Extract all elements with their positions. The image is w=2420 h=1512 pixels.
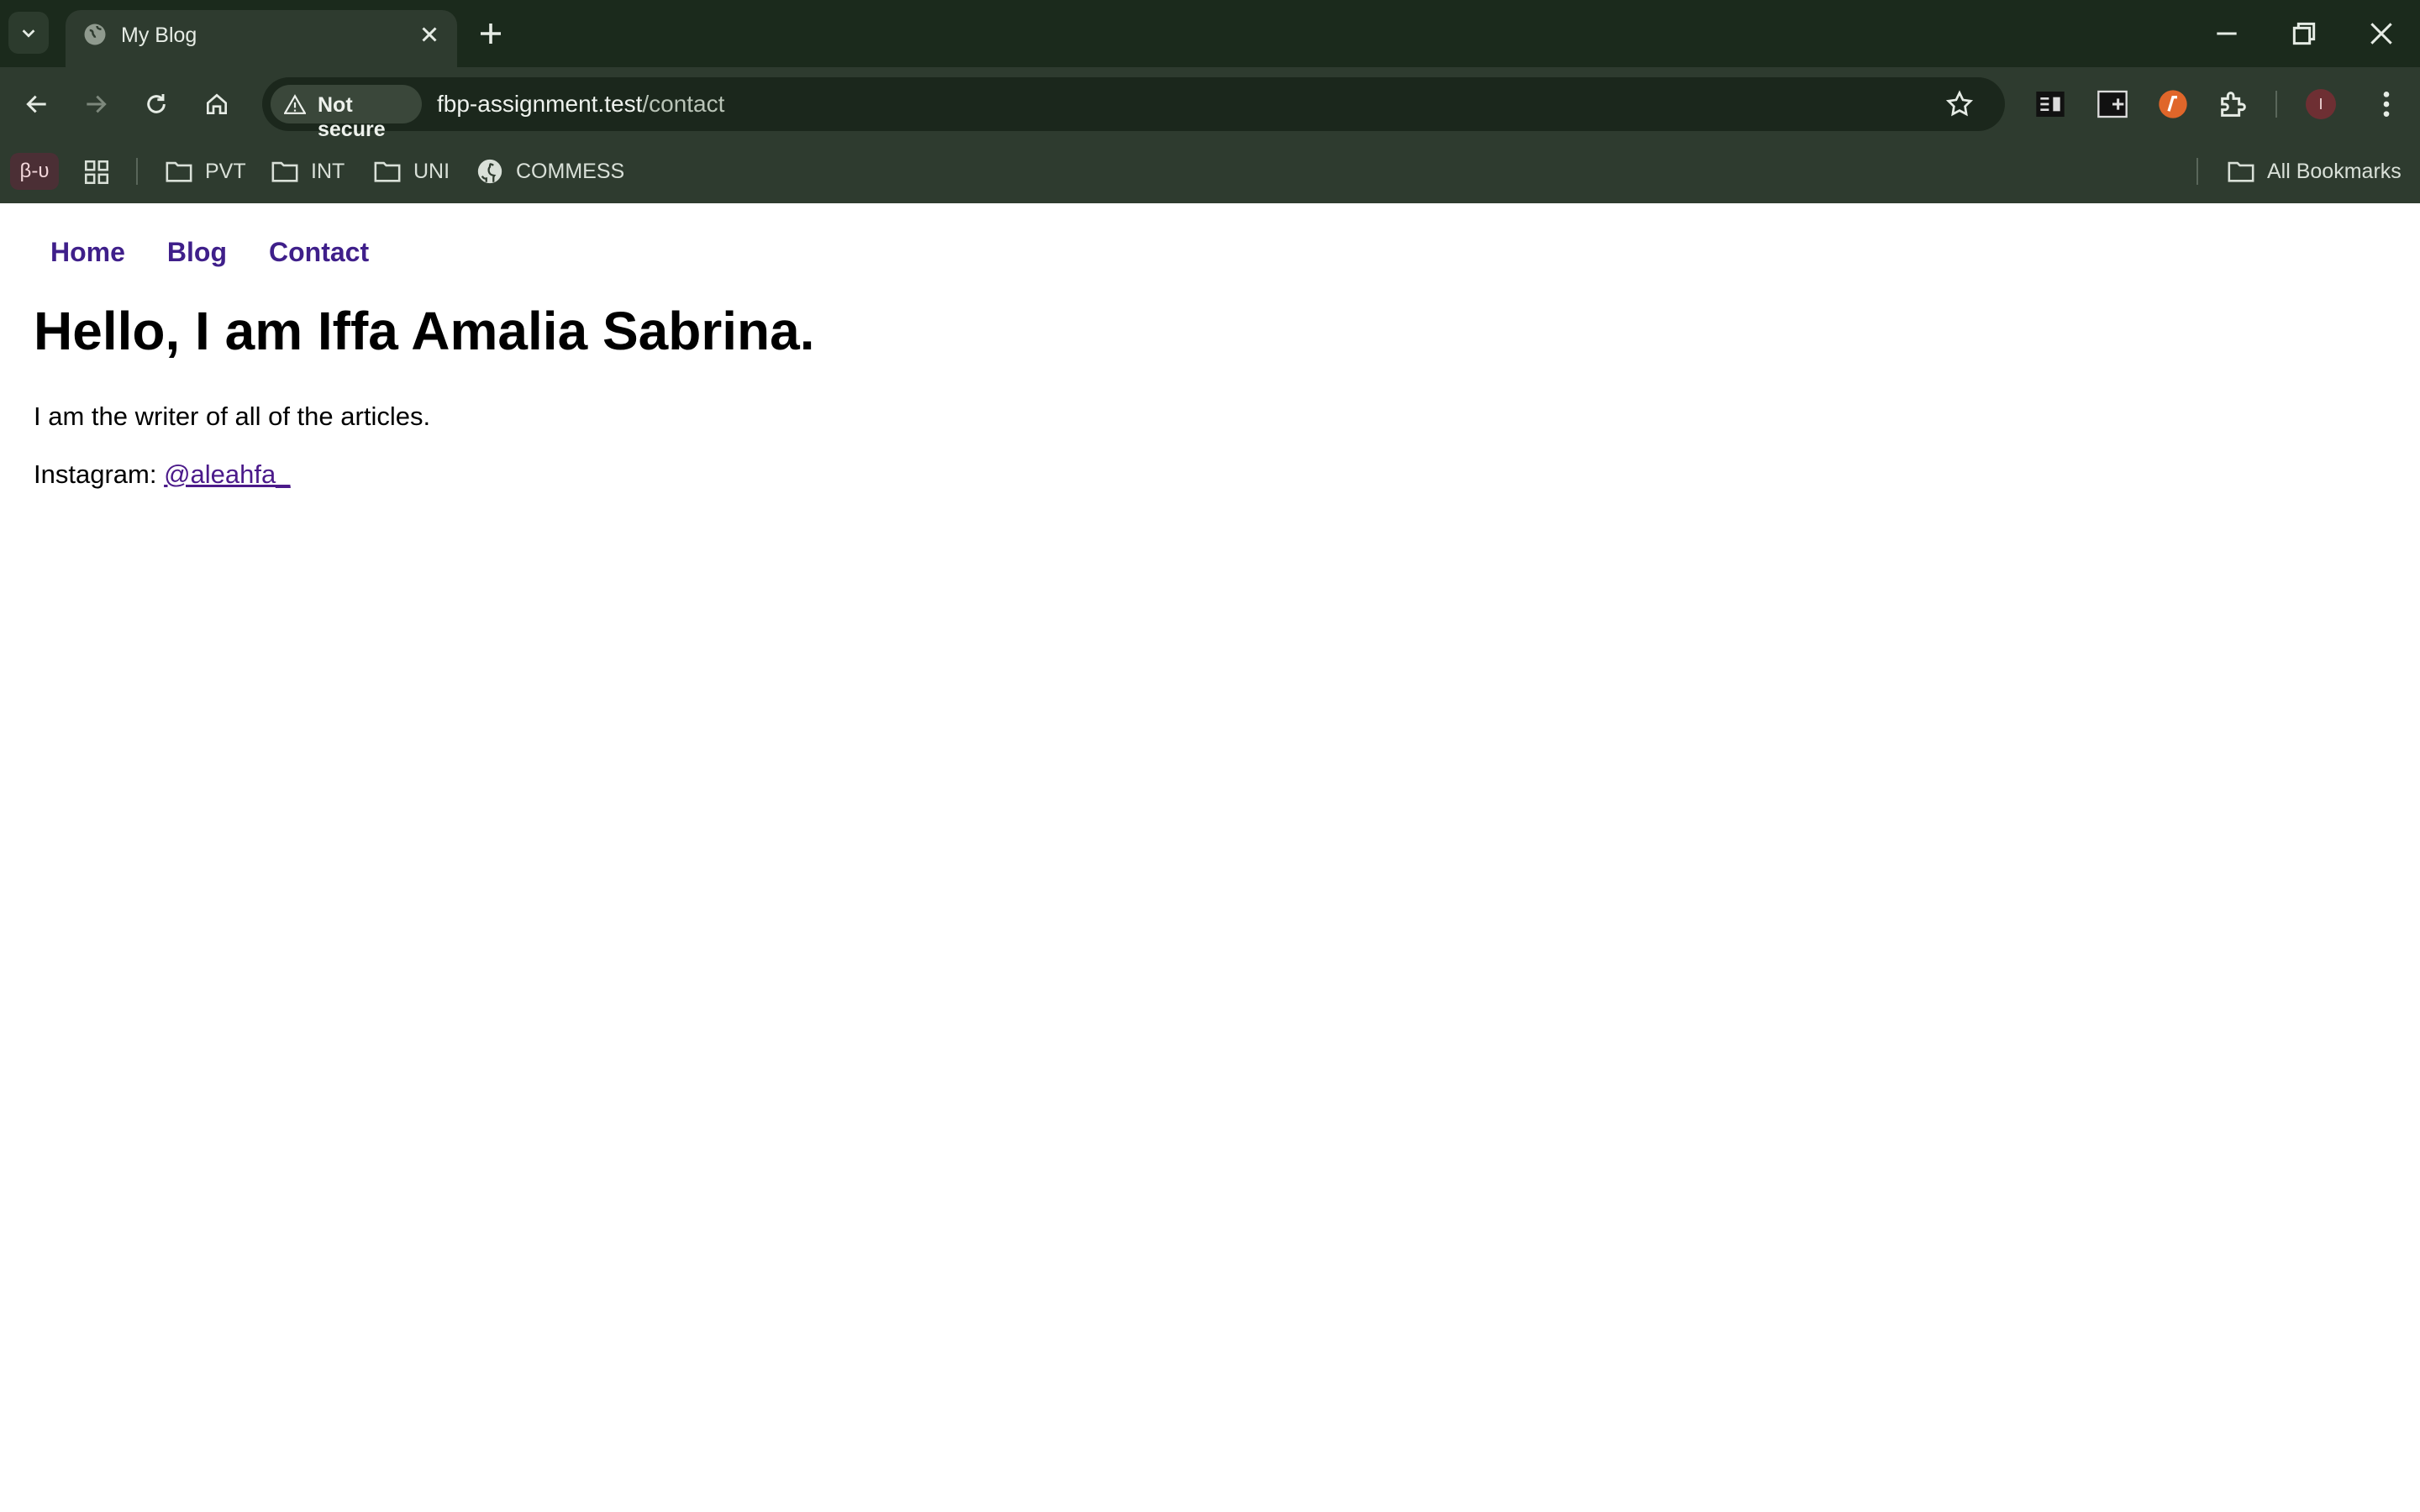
home-button[interactable] (198, 86, 235, 123)
folder-icon (166, 161, 192, 182)
restore-icon[interactable] (2287, 17, 2321, 50)
all-bookmarks-label: All Bookmarks (2267, 159, 2402, 183)
reload-button[interactable] (138, 86, 175, 123)
warning-icon (284, 94, 306, 114)
instagram-line: Instagram: @aleahfa_ (34, 459, 291, 490)
tab-title: My Blog (121, 24, 197, 47)
all-bookmarks-button[interactable]: All Bookmarks (2227, 153, 2402, 190)
back-button[interactable] (18, 86, 55, 123)
bookmark-folder-int[interactable]: INT (271, 153, 345, 190)
star-icon[interactable] (1944, 89, 1975, 119)
bookmarks-separator (136, 158, 138, 185)
arrow-right-icon (87, 95, 107, 113)
toolbar-separator (2275, 91, 2277, 118)
bookmark-label: PVT (205, 159, 246, 183)
intro-text: I am the writer of all of the articles. (34, 402, 431, 431)
bookmarks-separator (2196, 158, 2198, 185)
reader-extension-icon[interactable] (2033, 87, 2067, 121)
forward-button[interactable] (77, 86, 114, 123)
reload-icon (147, 94, 166, 113)
bookmark-label: UNI (413, 159, 450, 183)
folder-icon (374, 161, 401, 182)
security-chip[interactable]: Not secure (271, 85, 422, 141)
browser-chrome: My Blog Not secure fbp-assignment.test/c… (0, 0, 2420, 203)
instagram-label: Instagram: (34, 459, 157, 489)
page-title: Hello, I am Iffa Amalia Sabrina. (34, 301, 815, 361)
url-path: /contact (642, 91, 725, 117)
tab-search-button[interactable] (8, 12, 49, 54)
apps-grid-icon[interactable] (82, 158, 111, 186)
url-text[interactable]: fbp-assignment.test/contact (437, 91, 724, 118)
address-bar[interactable]: Not secure fbp-assignment.test/contact (262, 77, 2005, 141)
close-tab-icon[interactable] (417, 22, 442, 47)
bookmark-label: INT (311, 159, 345, 183)
nav-link-contact[interactable]: Contact (269, 237, 369, 268)
site-nav: Home Blog Contact (50, 237, 369, 268)
tab-strip: My Blog (0, 0, 2420, 67)
nav-link-blog[interactable]: Blog (167, 237, 227, 268)
bookmark-label: COMMESS (516, 159, 625, 183)
bookmark-folder-uni[interactable]: UNI (373, 153, 450, 190)
nav-link-home[interactable]: Home (50, 237, 125, 268)
folder-icon (271, 161, 298, 182)
bookmark-commess[interactable]: COMMESS (476, 153, 624, 190)
folder-icon (2228, 161, 2254, 182)
puzzle-icon[interactable] (2217, 87, 2250, 121)
bookmark-folder-pvt[interactable]: PVT (165, 153, 246, 190)
bookmarks-bar: β-υ PVT INT UNI COMMESS All Bookmarks (0, 141, 2420, 203)
avatar[interactable]: I (2306, 89, 2336, 119)
page-content: Home Blog Contact Hello, I am Iffa Amali… (0, 203, 2420, 1512)
url-host: fbp-assignment.test (437, 91, 643, 117)
active-tab[interactable]: My Blog (66, 10, 457, 67)
bookmark-beta[interactable]: β-υ (10, 153, 59, 190)
github-icon (477, 159, 502, 184)
close-window-icon[interactable] (2365, 17, 2398, 50)
globe-icon (84, 24, 106, 45)
toolbar: Not secure fbp-assignment.test/contact I (0, 67, 2420, 141)
arrow-left-icon (26, 95, 46, 113)
new-tab-icon[interactable] (476, 18, 506, 49)
orange-extension-icon[interactable] (2156, 87, 2190, 121)
minimize-icon[interactable] (2210, 17, 2244, 50)
more-menu-icon[interactable] (2370, 87, 2403, 121)
instagram-link[interactable]: @aleahfa_ (164, 459, 290, 489)
sidebar-extension-icon[interactable] (2096, 87, 2129, 121)
chevron-down-icon (22, 29, 35, 38)
home-icon (207, 93, 227, 114)
security-label: Not secure (318, 93, 386, 141)
